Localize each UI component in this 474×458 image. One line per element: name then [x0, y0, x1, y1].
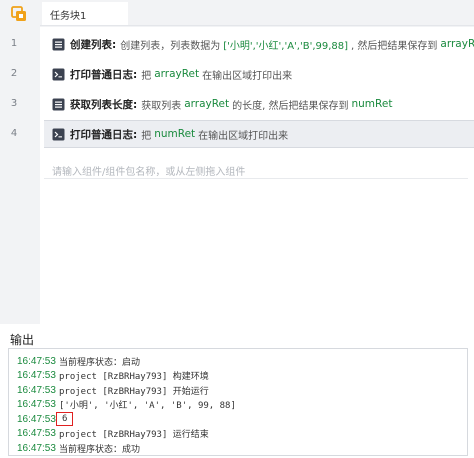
log-line: 16:47:53 当前程序状态：启动 [17, 354, 140, 368]
list-value[interactable]: ['小明','小红','A','B',99,88] [223, 37, 348, 52]
step-title: 创建列表: [70, 38, 117, 51]
flow-step-row[interactable]: 打印普通日志: 把 numRet 在输出区域打印出来 [44, 120, 474, 148]
line-number: 2 [10, 68, 18, 79]
tab-task-block-1[interactable]: 任务块1 [42, 0, 128, 26]
step-description: 在输出区域打印出来 [198, 130, 289, 142]
step-title: 打印普通日志: [70, 68, 138, 81]
workspace: 任务块1 1 2 3 4 请输入组件/组件包名称，或从左侧拖入组件 创建列表: 创建列表… [0, 0, 474, 324]
variable-name[interactable]: numRet [352, 98, 393, 110]
variable-name[interactable]: arrayRet [440, 38, 474, 50]
log-timestamp: 16:47:53 [17, 355, 56, 367]
step-description: 的长度, 然后把结果保存到 [232, 100, 349, 112]
terminal-icon [52, 128, 65, 140]
terminal-icon [52, 68, 65, 80]
app-logo-icon[interactable] [11, 6, 27, 22]
flow-editor[interactable]: 请输入组件/组件包名称，或从左侧拖入组件 创建列表: 创建列表，列表数据为 ['小明… [40, 27, 474, 324]
step-title: 获取列表长度: [70, 98, 138, 111]
line-number: 4 [10, 128, 18, 139]
flow-step-row[interactable]: 创建列表: 创建列表，列表数据为 ['小明','小红','A','B',99,88]… [44, 30, 474, 58]
output-panel[interactable]: 16:47:53 当前程序状态：启动 16:47:53 project [RzBRHa… [8, 348, 468, 456]
tab-divider [40, 25, 474, 26]
variable-name[interactable]: arrayRet [184, 98, 229, 110]
step-description: , 然后把结果保存到 [351, 40, 438, 52]
log-message: project [RzBRHay793] 构建环境 [59, 372, 209, 382]
log-line: 16:47:53 当前程序状态：成功 [17, 441, 140, 455]
placeholder-divider [44, 178, 468, 179]
log-timestamp: 16:47:53 [17, 442, 56, 454]
step-description: 获取列表 [141, 100, 182, 112]
flow-step-row[interactable]: 获取列表长度: 获取列表 arrayRet 的长度, 然后把结果保存到 numRet [44, 90, 474, 118]
tab-label: 任务块1 [50, 10, 87, 22]
line-number: 1 [10, 38, 18, 49]
log-line: 16:47:53 6 [17, 412, 74, 426]
log-message: project [RzBRHay793] 运行结束 [59, 430, 209, 440]
component-search-placeholder[interactable]: 请输入组件/组件包名称，或从左侧拖入组件 [52, 163, 245, 178]
log-timestamp: 16:47:53 [17, 428, 56, 439]
log-timestamp: 16:47:53 [17, 399, 56, 410]
output-title: 输出 [10, 333, 35, 347]
step-title: 打印普通日志: [70, 128, 138, 141]
step-description: 把 [141, 70, 152, 82]
log-message: ['小明', '小红', 'A', 'B', 99, 88] [59, 401, 236, 411]
list-icon [52, 38, 65, 50]
log-line: 16:47:53 project [RzBRHay793] 运行结束 [17, 427, 209, 441]
log-message: 当前程序状态：成功 [59, 444, 141, 455]
log-line: 16:47:53 project [RzBRHay793] 开始运行 [17, 383, 209, 397]
variable-name[interactable]: numRet [154, 128, 195, 140]
tab-bar: 任务块1 [40, 0, 474, 26]
flow-step-row[interactable]: 打印普通日志: 把 arrayRet 在输出区域打印出来 [44, 60, 474, 88]
line-number: 3 [10, 98, 18, 109]
step-description: 创建列表，列表数据为 [120, 40, 221, 52]
log-line: 16:47:53 project [RzBRHay793] 构建环境 [17, 369, 209, 383]
log-timestamp: 16:47:53 [17, 370, 56, 381]
step-description: 在输出区域打印出来 [202, 70, 293, 82]
highlighted-log-message: 6 [56, 412, 74, 426]
log-timestamp: 16:47:53 [17, 384, 56, 396]
variable-name[interactable]: arrayRet [154, 68, 199, 80]
step-description: 把 [141, 130, 152, 142]
log-message: project [RzBRHay793] 开始运行 [59, 386, 209, 397]
log-timestamp: 16:47:53 [17, 413, 56, 425]
log-message: 当前程序状态：启动 [59, 357, 141, 368]
list-icon [52, 98, 65, 110]
log-line: 16:47:53 ['小明', '小红', 'A', 'B', 99, 88] [17, 398, 236, 412]
